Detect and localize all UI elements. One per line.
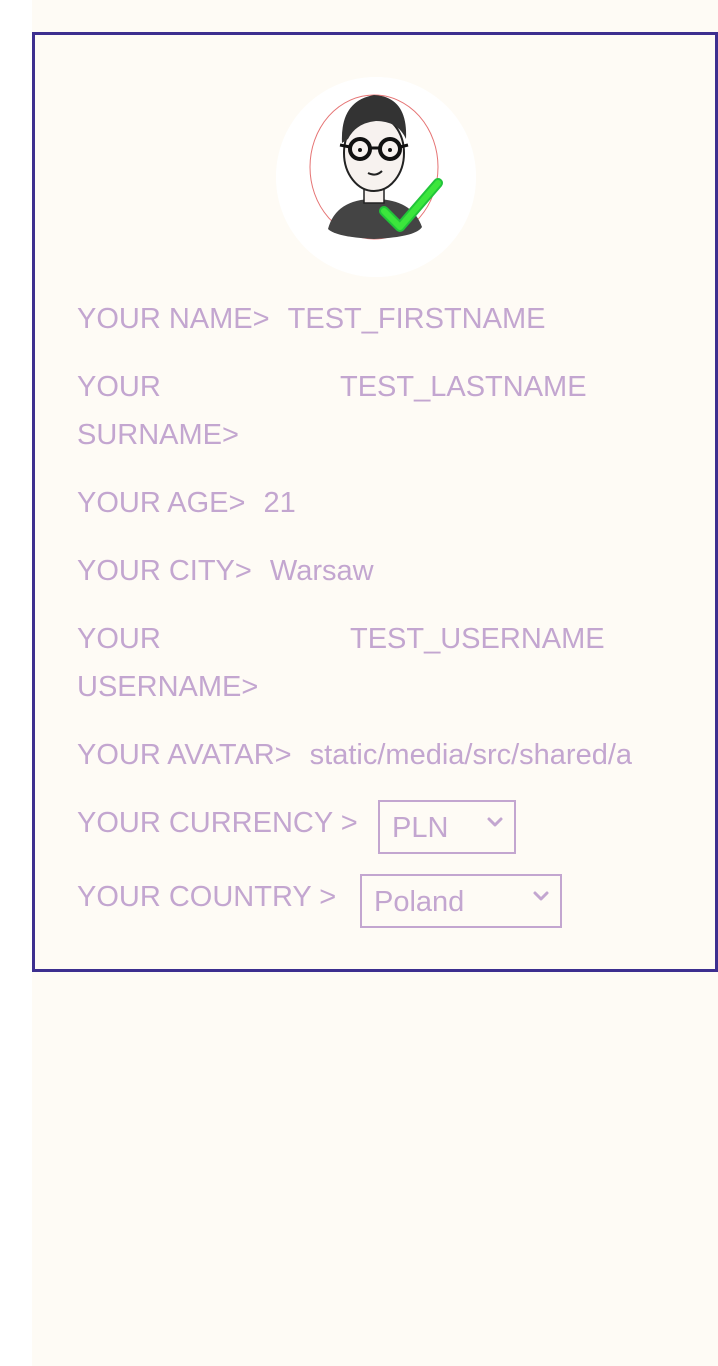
username-row: YOUR USERNAME> TEST_USERNAME — [77, 615, 657, 711]
currency-selected-value: PLN — [392, 812, 449, 844]
city-row: YOUR CITY> Warsaw — [77, 547, 374, 595]
avatar-row: YOUR AVATAR> static/media/src/shared/a — [77, 731, 674, 779]
avatar-value: static/media/src/shared/a — [309, 739, 633, 771]
name-row: YOUR NAME> TEST_FIRSTNAME — [77, 295, 545, 343]
currency-row: YOUR CURRENCY > — [77, 799, 358, 847]
country-selected-value: Poland — [374, 886, 465, 918]
chevron-down-icon — [487, 817, 503, 827]
country-row: YOUR COUNTRY > — [77, 873, 336, 921]
surname-value: TEST_LASTNAME — [340, 371, 587, 403]
country-select[interactable]: Poland — [360, 874, 562, 928]
age-value: 21 — [263, 487, 296, 519]
chevron-down-icon — [533, 891, 549, 901]
name-label: YOUR NAME> — [77, 303, 270, 335]
city-value: Warsaw — [269, 555, 374, 587]
name-value: TEST_FIRSTNAME — [287, 303, 546, 335]
country-label: YOUR COUNTRY > — [77, 881, 337, 913]
profile-card: YOUR NAME> TEST_FIRSTNAME YOUR SURNAME> … — [32, 32, 718, 972]
avatar-label: YOUR AVATAR> — [77, 739, 292, 771]
age-row: YOUR AGE> 21 — [77, 479, 296, 527]
avatar — [276, 77, 476, 277]
city-label: YOUR CITY> — [77, 555, 252, 587]
username-label-line2: USERNAME> — [77, 671, 259, 703]
currency-select[interactable]: PLN — [378, 800, 516, 854]
surname-label-line2: SURNAME> — [77, 419, 239, 451]
currency-label: YOUR CURRENCY > — [77, 807, 358, 839]
avatar-with-checkmark-icon — [276, 77, 476, 277]
age-label: YOUR AGE> — [77, 487, 246, 519]
username-value: TEST_USERNAME — [350, 623, 605, 655]
surname-row: YOUR SURNAME> TEST_LASTNAME — [77, 363, 637, 459]
